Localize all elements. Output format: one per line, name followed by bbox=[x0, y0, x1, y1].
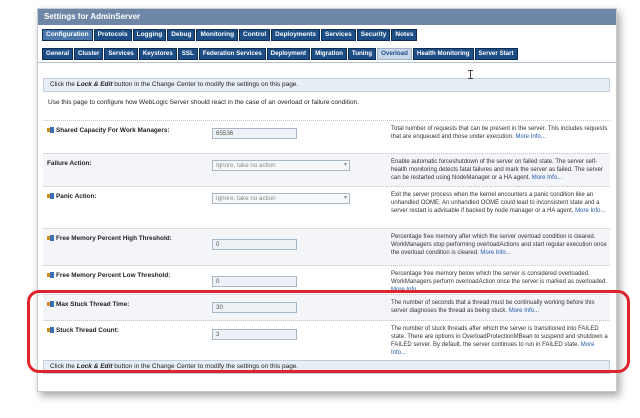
failure-action-select[interactable]: Ignore, take no action ▾ bbox=[212, 160, 350, 171]
chevron-down-icon: ▾ bbox=[343, 162, 347, 168]
more-info-link[interactable]: More Info... bbox=[575, 208, 605, 214]
subtab-migration[interactable]: Migration bbox=[311, 48, 347, 60]
page-title: Settings for AdminServer bbox=[38, 9, 616, 25]
tab-protocols[interactable]: Protocols bbox=[93, 29, 132, 41]
more-info-link[interactable]: More Info... bbox=[515, 134, 545, 140]
setting-label: Panic Action: bbox=[47, 193, 97, 200]
setting-row-shared-capacity: Shared Capacity For Work Managers: 65536… bbox=[43, 120, 610, 154]
setting-row-free-memory-high: Free Memory Percent High Threshold: 0 Pe… bbox=[43, 228, 610, 266]
notice-text-end: button in the Change Center to modify th… bbox=[112, 81, 299, 88]
setting-description: Total number of requests that can be pre… bbox=[391, 126, 608, 140]
subtab-overload[interactable]: Overload bbox=[377, 48, 412, 60]
more-info-link[interactable]: More Info... bbox=[480, 250, 510, 256]
setting-description: Exit the server process when the kernel … bbox=[391, 192, 606, 214]
more-info-link[interactable]: More Info... bbox=[532, 175, 562, 181]
notice-text: Click the bbox=[50, 81, 77, 88]
lock-edit-text: Lock & Edit bbox=[76, 81, 113, 88]
tab-monitoring[interactable]: Monitoring bbox=[196, 29, 239, 41]
setting-label: Free Memory Percent High Threshold: bbox=[47, 235, 172, 242]
setting-label: Shared Capacity For Work Managers: bbox=[47, 127, 170, 134]
subtab-server-start[interactable]: Server Start bbox=[474, 48, 518, 60]
subtab-tuning[interactable]: Tuning bbox=[347, 48, 377, 60]
secondary-tabs: General Cluster Services Keystores SSL Federa… bbox=[38, 45, 616, 63]
setting-row-failure-action: Failure Action: Ignore, take no action ▾ … bbox=[43, 153, 610, 187]
subtab-federation-services[interactable]: Federation Services bbox=[198, 48, 266, 60]
setting-description: Percentage free memory after which the s… bbox=[391, 234, 607, 256]
subtab-health-monitoring[interactable]: Health Monitoring bbox=[412, 48, 474, 60]
tab-control[interactable]: Control bbox=[239, 29, 271, 41]
lock-icon bbox=[47, 127, 54, 133]
tab-debug[interactable]: Debug bbox=[167, 29, 196, 41]
free-memory-low-input[interactable]: 0 bbox=[212, 276, 297, 287]
panic-action-select[interactable]: Ignore, take no action ▾ bbox=[212, 193, 350, 204]
shared-capacity-input[interactable]: 65536 bbox=[212, 128, 297, 139]
lock-icon bbox=[47, 272, 54, 278]
change-center-notice-top: Click the Lock & Edit button in the Chan… bbox=[43, 78, 610, 92]
subtab-ssl[interactable]: SSL bbox=[177, 48, 198, 60]
tab-security[interactable]: Security bbox=[356, 29, 391, 41]
setting-description: Enable automatic forceshutdown of the se… bbox=[391, 159, 603, 181]
highlight-box bbox=[27, 290, 630, 373]
subtab-keystores[interactable]: Keystores bbox=[138, 48, 177, 60]
setting-label: Free Memory Percent Low Threshold: bbox=[47, 272, 170, 279]
tab-deployments[interactable]: Deployments bbox=[271, 29, 320, 41]
setting-label: Failure Action: bbox=[47, 160, 92, 167]
tab-services[interactable]: Services bbox=[320, 29, 356, 41]
subtab-general[interactable]: General bbox=[42, 48, 74, 60]
primary-tabs: Configuration Protocols Logging Debug Monito… bbox=[38, 25, 616, 45]
chevron-down-icon: ▾ bbox=[343, 195, 347, 201]
free-memory-high-input[interactable]: 0 bbox=[212, 239, 297, 250]
tab-logging[interactable]: Logging bbox=[132, 29, 167, 41]
lock-icon bbox=[47, 193, 54, 199]
tab-configuration[interactable]: Configuration bbox=[42, 29, 93, 41]
subtab-services[interactable]: Services bbox=[104, 48, 138, 60]
text-cursor-icon bbox=[468, 70, 473, 79]
subtab-cluster[interactable]: Cluster bbox=[74, 48, 104, 60]
intro-text: Use this page to configure how WebLogic … bbox=[48, 99, 359, 106]
subtab-deployment[interactable]: Deployment bbox=[266, 48, 311, 60]
setting-row-panic-action: Panic Action: Ignore, take no action ▾ Ex… bbox=[43, 186, 610, 229]
tab-notes[interactable]: Notes bbox=[391, 29, 418, 41]
lock-icon bbox=[47, 235, 54, 241]
